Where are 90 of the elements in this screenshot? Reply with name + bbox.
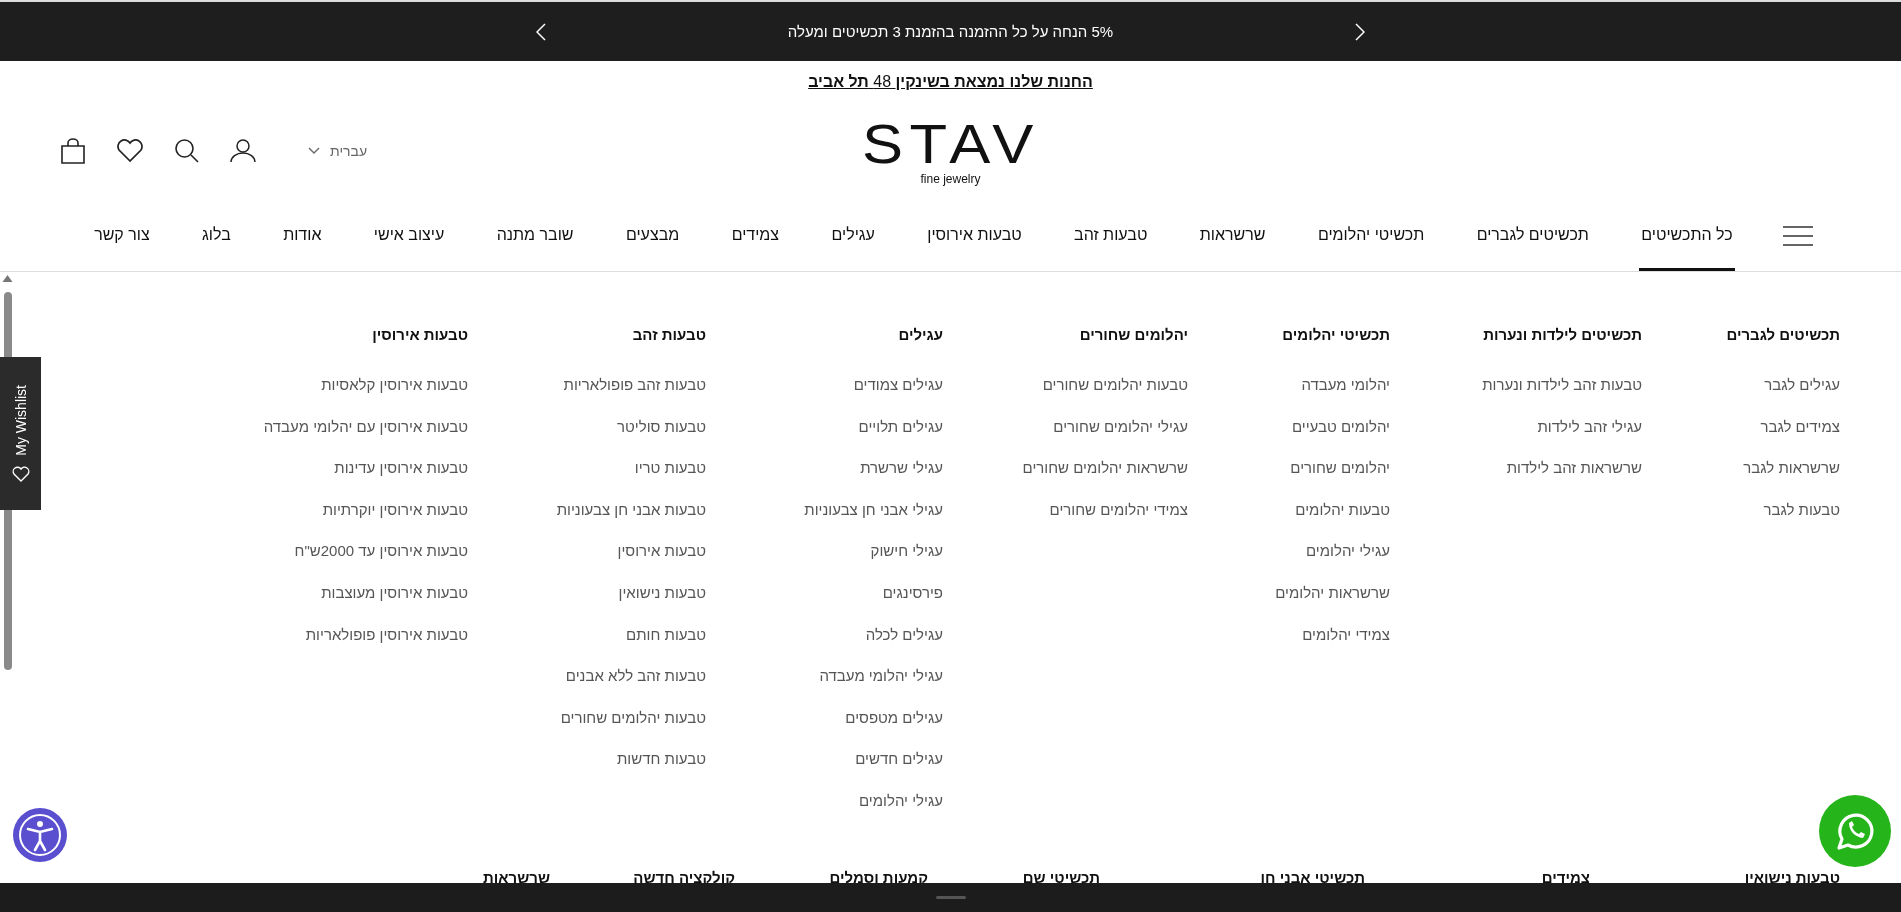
nav-tab[interactable]: צור קשר [92, 201, 152, 271]
menu-link[interactable]: טבעות אירוסין עד 2000ש"ח [294, 542, 468, 560]
menu-icon[interactable] [1783, 226, 1813, 246]
chevron-right-icon[interactable] [1355, 22, 1366, 41]
drag-handle[interactable] [935, 896, 966, 899]
menu-link[interactable]: עגילים לגבר [1764, 376, 1840, 393]
menu-column-heading[interactable]: טבעות נישואין [1590, 868, 1840, 886]
menu-link[interactable]: טבעות זהב ללא אבנים [565, 667, 706, 685]
menu-link[interactable]: עגילי יהלומים [1306, 542, 1390, 560]
menu-link[interactable]: טבעות סוליטר [617, 417, 706, 435]
menu-column-heading[interactable]: עגילים [706, 326, 943, 343]
menu-link[interactable]: טבעות אבני חן צבעוניות [556, 500, 706, 518]
menu-link[interactable]: פירסינגים [882, 583, 943, 601]
menu-link[interactable]: עגילים צמודים [853, 376, 943, 393]
menu-column-heading[interactable]: קמעות וסמלים [735, 868, 928, 886]
menu-column-heading[interactable]: קולקציה חדשה [550, 868, 735, 886]
menu-column-heading[interactable]: שרשראות [350, 868, 550, 886]
menu-link[interactable]: שרשראות יהלומים שחורים [1022, 459, 1188, 477]
menu-link[interactable]: עגילי חישוק [870, 542, 943, 560]
menu-column-heading[interactable]: תכשיטי שם [928, 868, 1100, 886]
language-selector[interactable]: עברית [308, 143, 368, 159]
menu-column-heading[interactable]: יהלומים שחורים [943, 326, 1188, 343]
menu-link[interactable]: עגילי שרשרת [860, 459, 943, 477]
menu-link[interactable]: טבעות יהלומים [1295, 500, 1390, 518]
menu-link[interactable]: צמידים לגבר [1760, 417, 1840, 435]
whatsapp-icon[interactable] [1819, 795, 1891, 867]
chevron-left-icon[interactable] [535, 22, 546, 41]
heart-icon[interactable] [116, 139, 144, 163]
menu-column-heading[interactable]: צמידים [1365, 868, 1590, 886]
nav-tab[interactable]: תכשיטי יהלומים [1315, 201, 1427, 271]
menu-link[interactable]: עגילים תלויים [858, 417, 943, 435]
menu-column-heading[interactable]: טבעות זהב [468, 326, 706, 343]
nav-tab[interactable]: אודות [281, 201, 324, 271]
menu-link[interactable]: טבעות אירוסין עם יהלומי מעבדה [263, 417, 468, 435]
menu-link[interactable]: יהלומי מעבדה [1301, 376, 1390, 393]
menu-link[interactable]: עגילים מטפסים [845, 708, 943, 726]
menu-link[interactable]: צמידי יהלומים [1302, 625, 1390, 643]
menu-link[interactable]: שרשראות זהב לילדות [1506, 459, 1642, 477]
menu-column-heading[interactable]: טבעות אירוסין [218, 326, 468, 343]
logo-tagline: fine jewelry [919, 172, 982, 186]
menu-link[interactable]: שרשראות לגבר [1743, 459, 1840, 477]
menu-link[interactable]: טבעות חותם [626, 625, 706, 643]
menu-link[interactable]: טבעות טריו [634, 459, 706, 477]
menu-link[interactable]: עגילי יהלומי מעבדה [819, 667, 943, 685]
accessibility-icon[interactable] [12, 807, 68, 863]
menu-link[interactable]: טבעות לגבר [1763, 500, 1840, 518]
menu-link[interactable]: טבעות יהלומים שחורים [1042, 376, 1188, 393]
heart-icon [11, 465, 30, 482]
menu-link[interactable]: טבעות נישואין [618, 583, 706, 601]
menu-link[interactable]: טבעות אירוסין פופולאריות [305, 625, 468, 643]
nav-tab[interactable]: טבעות זהב [1072, 201, 1150, 271]
menu-link[interactable]: עגילים חדשים [855, 750, 943, 768]
nav-tab[interactable]: טבעות אירוסין [925, 201, 1024, 271]
menu-link[interactable]: טבעות אירוסין קלאסיות [321, 376, 468, 393]
menu-column-heading[interactable]: תכשיטים לילדות ונערות [1390, 326, 1642, 343]
promo-text: 5% הנחה על כל ההזמנה בהזמנת 3 תכשיטים ומעלה [787, 23, 1114, 40]
nav-tab[interactable]: שרשראות [1197, 201, 1268, 271]
logo-wordmark[interactable]: STAV [861, 116, 1040, 172]
menu-link[interactable]: עגילי יהלומים [859, 791, 943, 809]
nav-tab[interactable]: שובר מתנה [494, 201, 576, 271]
menu-link[interactable]: טבעות חדשות [616, 750, 706, 768]
menu-link[interactable]: עגילי יהלומים שחורים [1053, 417, 1188, 435]
menu-column-heading[interactable]: תכשיטים לגברים [1642, 326, 1840, 343]
menu-link[interactable]: טבעות זהב פופולאריות [563, 376, 706, 393]
nav-tab[interactable]: תכשיטים לגברים [1474, 201, 1591, 271]
menu-link[interactable]: עגילים לכלה [865, 625, 943, 643]
menu-link[interactable]: עגילי אבני חן צבעוניות [804, 500, 943, 518]
nav-tab[interactable]: מבצעים [623, 201, 682, 271]
menu-link[interactable]: יהלומים טבעיים [1291, 417, 1390, 435]
menu-link[interactable]: צמידי יהלומים שחורים [1049, 500, 1188, 518]
search-icon[interactable] [174, 138, 200, 164]
user-icon[interactable] [230, 139, 256, 163]
chevron-down-icon [308, 147, 320, 155]
menu-link[interactable]: עגילי זהב לילדות [1537, 417, 1642, 435]
menu-link[interactable]: טבעות יהלומים שחורים [560, 708, 706, 726]
menu-link[interactable]: טבעות זהב לילדות ונערות [1482, 376, 1642, 393]
shopping-bag-icon[interactable] [60, 138, 86, 164]
menu-column-heading[interactable]: תכשיטי יהלומים [1188, 326, 1390, 343]
menu-link[interactable]: טבעות אירוסין יוקרתיות [322, 500, 468, 518]
nav-tab[interactable]: עגילים [829, 201, 877, 271]
menu-link[interactable]: טבעות אירוסין מעוצבות [321, 583, 468, 601]
nav-tab[interactable]: בלוג [200, 201, 233, 271]
menu-link[interactable]: טבעות אירוסין [617, 542, 706, 560]
nav-tab[interactable]: כל התכשיטים [1639, 201, 1735, 271]
nav-tab[interactable]: עיצוב אישי [371, 201, 447, 271]
nav-tab[interactable]: צמידים [729, 201, 782, 271]
menu-link[interactable]: יהלומים שחורים [1290, 459, 1390, 477]
menu-link[interactable]: טבעות אירוסין עדינות [334, 459, 468, 477]
menu-link[interactable]: שרשראות יהלומים [1275, 583, 1390, 601]
wishlist-tab[interactable]: My Wishlist [0, 357, 41, 510]
